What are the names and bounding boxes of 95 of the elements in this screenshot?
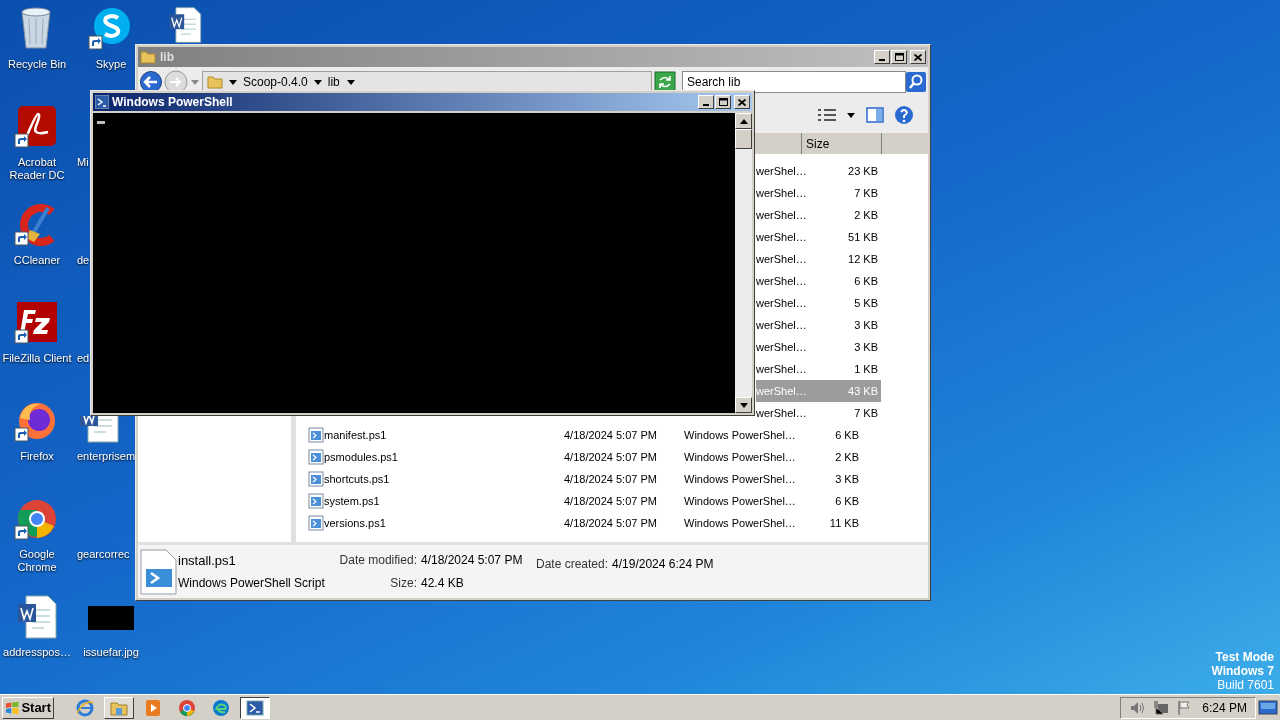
desktop-shortcut[interactable]: Acrobat Reader DC xyxy=(0,104,74,182)
file-name: install.ps1 xyxy=(178,551,237,570)
caret-icon[interactable] xyxy=(229,78,237,86)
scrollbar[interactable] xyxy=(735,113,752,413)
browser-logo-icon xyxy=(178,698,196,717)
text-cursor xyxy=(97,121,105,124)
caret-icon[interactable] xyxy=(313,78,322,86)
play-icon xyxy=(144,698,162,717)
browser-logo-icon xyxy=(212,698,230,717)
desktop-shortcut[interactable]: Recycle Bin xyxy=(6,6,68,71)
file-row[interactable]: werShel… 23 KB xyxy=(756,160,881,182)
close-icon xyxy=(738,98,746,106)
taskbar-button[interactable] xyxy=(240,696,270,719)
browser-logo-icon xyxy=(76,698,94,717)
desktop-shortcut[interactable]: gearcorrec xyxy=(76,548,131,561)
minimize-button[interactable] xyxy=(698,95,714,109)
minimize-icon xyxy=(879,59,885,61)
scroll-down-button[interactable] xyxy=(735,397,752,413)
file-row[interactable]: werShel… 12 KB xyxy=(756,248,881,270)
caret-down-icon xyxy=(739,402,748,408)
window-title: lib xyxy=(160,49,174,66)
script-file-icon xyxy=(308,515,324,531)
desktop-shortcut[interactable]: addresspos… xyxy=(2,594,72,659)
file-row[interactable]: werShel… 7 KB xyxy=(756,402,881,424)
file-row[interactable]: system.ps1 4/18/2024 5:07 PM Windows PowerShel… 6 KB xyxy=(308,490,881,512)
desktop-shortcut[interactable] xyxy=(166,6,204,44)
column-header[interactable]: Size xyxy=(802,133,882,154)
file-row[interactable]: werShel… 5 KB xyxy=(756,292,881,314)
field-label: Date modified: xyxy=(338,552,417,569)
desktop-shortcut[interactable]: CCleaner xyxy=(12,202,62,267)
network-icon[interactable] xyxy=(1153,699,1169,716)
refresh-button[interactable] xyxy=(654,71,676,93)
caret-icon[interactable] xyxy=(846,111,856,119)
folder-icon xyxy=(140,49,156,65)
script-file-icon xyxy=(308,449,324,465)
start-button[interactable]: Start xyxy=(2,696,54,719)
close-button[interactable] xyxy=(910,50,926,64)
flag-icon[interactable] xyxy=(1177,699,1191,716)
clock[interactable]: 6:24 PM xyxy=(1202,698,1247,717)
file-row[interactable]: werShel… 1 KB xyxy=(756,358,881,380)
desktop-shortcut[interactable]: Google Chrome xyxy=(0,496,74,574)
terminal-icon xyxy=(95,95,109,109)
desktop-shortcut[interactable]: Firefox xyxy=(14,398,60,463)
maximize-icon xyxy=(718,98,728,106)
breadcrumb-item[interactable]: lib xyxy=(327,73,340,91)
file-row[interactable]: werShel… 3 KB xyxy=(756,336,881,358)
file-row[interactable]: werShel… 51 KB xyxy=(756,226,881,248)
breadcrumb-item[interactable]: Scoop-0.4.0 xyxy=(243,73,308,91)
desktop-shortcut[interactable]: FileZilla Client xyxy=(1,300,73,365)
close-button[interactable] xyxy=(734,95,750,109)
desktop-shortcut[interactable]: Skype xyxy=(88,6,134,71)
field-value: 4/19/2024 6:24 PM xyxy=(612,556,714,573)
help-icon[interactable] xyxy=(894,105,914,125)
os-watermark-text: Build 7601 xyxy=(1217,678,1274,692)
desktop-shortcut[interactable]: ed xyxy=(76,352,91,365)
field-value: 4/18/2024 5:07 PM xyxy=(420,552,524,569)
script-file-icon xyxy=(308,493,324,509)
show-desktop-icon[interactable] xyxy=(1258,698,1278,717)
file-row[interactable]: manifest.ps1 4/18/2024 5:07 PM Windows PowerShel… 6 KB xyxy=(308,424,881,446)
script-file-icon xyxy=(308,427,324,443)
scroll-thumb[interactable] xyxy=(735,129,752,149)
scroll-up-button[interactable] xyxy=(735,113,752,129)
field-value: 42.4 KB xyxy=(420,575,465,592)
maximize-icon xyxy=(894,53,904,61)
close-icon xyxy=(914,53,922,61)
address-bar[interactable]: Scoop-0.4.0 lib xyxy=(202,71,652,93)
field-label: Date created: xyxy=(536,556,609,573)
field-label: Size: xyxy=(389,575,417,592)
file-row[interactable]: werShel… 3 KB xyxy=(756,314,881,336)
file-type: Windows PowerShell Script xyxy=(178,575,326,593)
maximize-button[interactable] xyxy=(891,50,907,64)
window-title: Windows PowerShell xyxy=(112,94,233,111)
file-row[interactable]: werShel… 7 KB xyxy=(756,182,881,204)
desktop-shortcut[interactable]: de xyxy=(76,254,91,267)
os-watermark-text: Windows 7 xyxy=(1211,664,1274,678)
file-row[interactable]: werShel… 2 KB xyxy=(756,204,881,226)
minimize-button[interactable] xyxy=(874,50,890,64)
terminal-icon xyxy=(246,698,264,717)
list-view-icon[interactable] xyxy=(818,108,836,122)
file-row[interactable]: psmodules.ps1 4/18/2024 5:07 PM Windows PowerShel… 2 KB xyxy=(308,446,881,468)
caret-icon[interactable] xyxy=(345,77,356,87)
desktop-shortcut[interactable]: issuefar.jpg xyxy=(82,594,140,659)
file-row[interactable]: versions.ps1 4/18/2024 5:07 PM Windows PowerShel… 11 KB xyxy=(308,512,881,534)
file-row[interactable]: shortcuts.ps1 4/18/2024 5:07 PM Windows PowerShel… 3 KB xyxy=(308,468,881,490)
maximize-button[interactable] xyxy=(715,95,731,109)
search-field[interactable]: Search lib xyxy=(682,71,906,93)
caret-up-icon xyxy=(739,118,748,124)
search-icon[interactable] xyxy=(906,72,926,92)
windows-flag-icon xyxy=(5,699,20,716)
desktop-shortcut[interactable]: Mi xyxy=(76,156,90,169)
file-row[interactable]: werShel… 6 KB xyxy=(756,270,881,292)
preview-pane-icon[interactable] xyxy=(866,107,884,123)
os-watermark-text: Test Mode xyxy=(1215,650,1274,664)
minimize-icon xyxy=(703,104,709,106)
script-file-icon xyxy=(308,471,324,487)
